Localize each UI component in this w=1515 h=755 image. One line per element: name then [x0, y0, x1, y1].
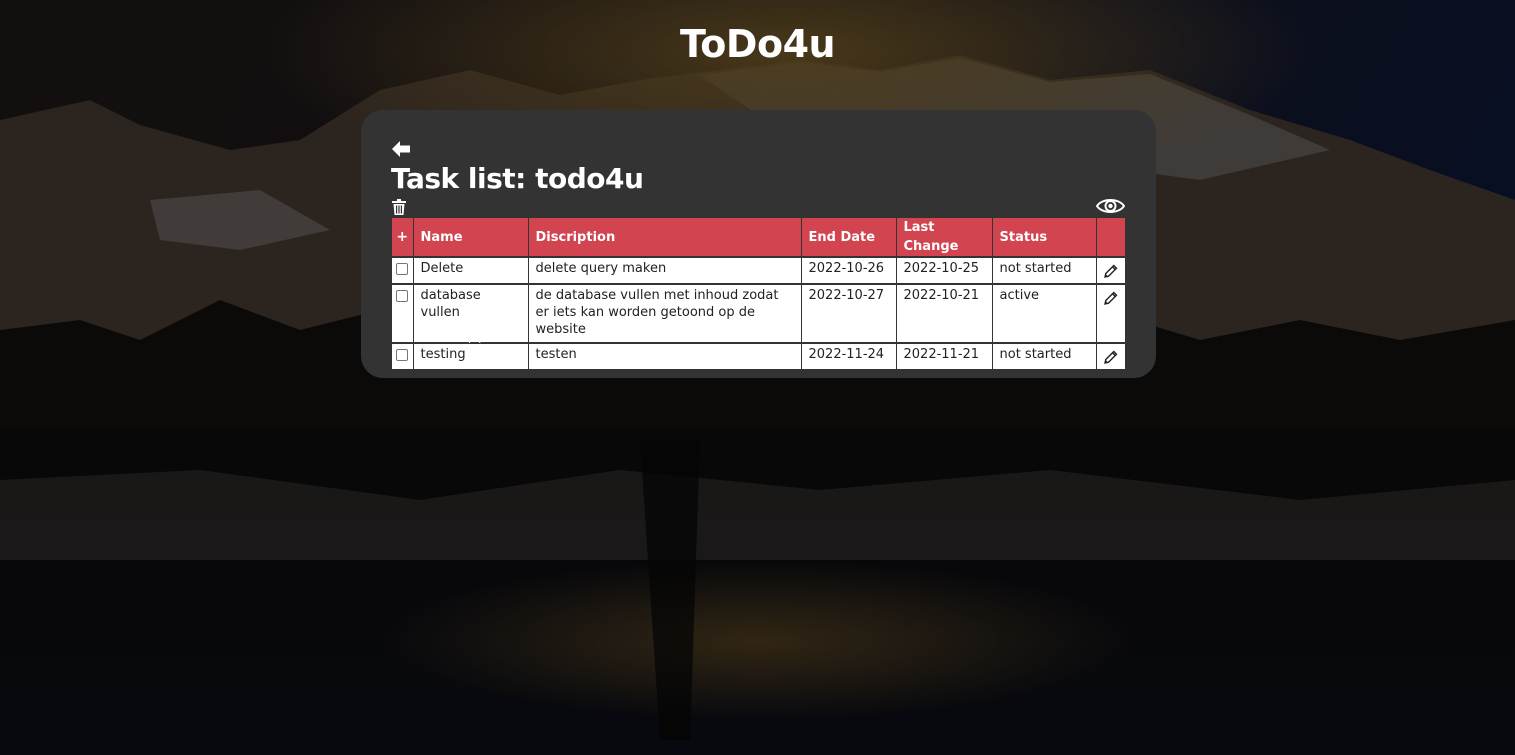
- table-row: Delete delete query maken 2022-10-26 202…: [392, 256, 1125, 284]
- app-title: ToDo4u: [679, 22, 836, 66]
- eye-icon[interactable]: [1096, 197, 1125, 215]
- task-description: de database vullen met inhoud zodat er i…: [528, 283, 802, 343]
- task-select-checkbox[interactable]: [396, 290, 409, 302]
- back-arrow-icon[interactable]: [392, 141, 410, 157]
- task-list-panel: Task list: todo4u + Name Discription End…: [361, 110, 1156, 378]
- column-header-last-change: Last Change: [896, 218, 993, 257]
- add-task-button[interactable]: +: [392, 218, 414, 257]
- column-header-status: Status: [992, 218, 1097, 257]
- trash-icon[interactable]: [392, 199, 406, 215]
- table-row: testing testen 2022-11-24 2022-11-21 not…: [392, 342, 1125, 369]
- task-name: testing: [413, 342, 529, 369]
- task-table: + Name Discription End Date Last Change …: [392, 218, 1125, 369]
- pencil-icon[interactable]: [1103, 350, 1118, 364]
- task-description: delete query maken: [528, 256, 802, 284]
- table-header-row: + Name Discription End Date Last Change …: [392, 218, 1125, 257]
- table-row: database vullen de database vullen met i…: [392, 283, 1125, 343]
- task-select-checkbox[interactable]: [396, 349, 409, 361]
- task-name: Delete: [413, 256, 529, 284]
- task-status: not started: [992, 256, 1097, 284]
- column-header-description: Discription: [528, 218, 802, 257]
- delete-tasks-button[interactable]: Delete task(s): [392, 330, 483, 345]
- task-select-checkbox[interactable]: [396, 263, 409, 275]
- task-status: not started: [992, 342, 1097, 369]
- task-last-change: 2022-10-25: [896, 256, 993, 284]
- pencil-icon[interactable]: [1103, 264, 1118, 278]
- column-header-end-date: End Date: [801, 218, 897, 257]
- task-last-change: 2022-11-21: [896, 342, 993, 369]
- task-end-date: 2022-10-27: [801, 283, 897, 343]
- column-header-name: Name: [413, 218, 529, 257]
- task-description: testen: [528, 342, 802, 369]
- task-last-change: 2022-10-21: [896, 283, 993, 343]
- page-title: Task list: todo4u: [391, 162, 644, 195]
- task-end-date: 2022-11-24: [801, 342, 897, 369]
- task-status: active: [992, 283, 1097, 343]
- column-header-actions: [1096, 218, 1125, 257]
- pencil-icon[interactable]: [1103, 291, 1118, 305]
- task-end-date: 2022-10-26: [801, 256, 897, 284]
